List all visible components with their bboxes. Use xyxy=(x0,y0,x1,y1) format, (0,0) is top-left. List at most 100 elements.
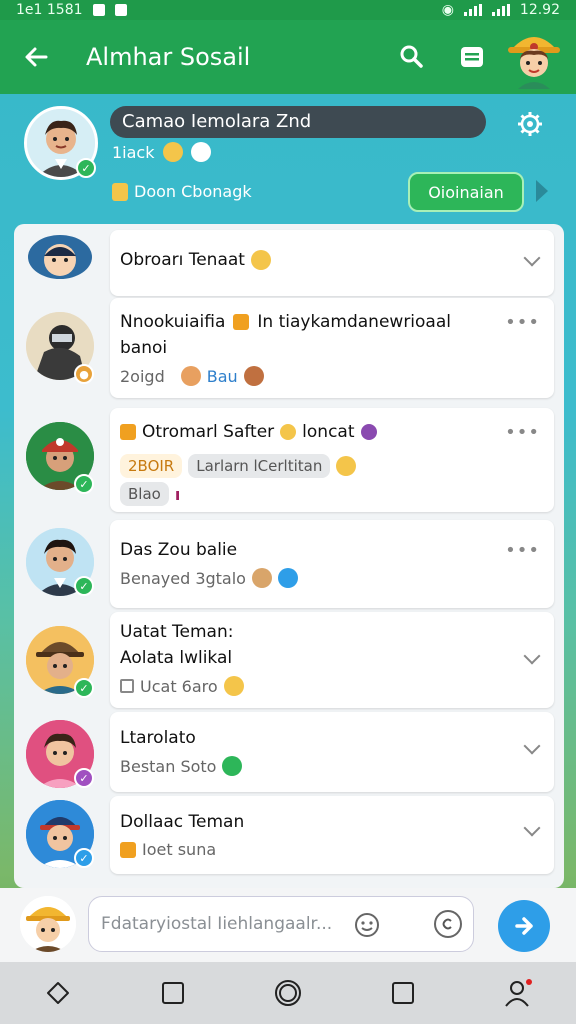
system-nav-bar xyxy=(0,962,576,1024)
list-item-title: Uatat Teman: xyxy=(120,622,234,642)
back-arrow-icon[interactable] xyxy=(0,20,72,94)
list-item-title-extra: loncat xyxy=(302,422,355,442)
list-item-subtitle: 2oigd xyxy=(120,366,165,386)
list-item-title: Obroarı Tenaat xyxy=(120,250,245,270)
verified-badge-icon: ✓ xyxy=(74,474,94,494)
list-item[interactable]: ✓ Das Zou balie Benayed 3gtalo ••• xyxy=(14,520,564,612)
status-time-right: 12.92 xyxy=(519,2,560,18)
list-item-subtitle: Bestan Soto xyxy=(120,756,217,776)
profile-subline: 1iack xyxy=(112,142,211,162)
emoji-icon xyxy=(180,366,201,386)
more-options-icon[interactable]: ••• xyxy=(505,312,540,333)
list-item-subtitle: Ioet suna xyxy=(142,840,217,859)
send-button[interactable] xyxy=(498,900,550,952)
list-item-tag: Bau xyxy=(206,366,238,386)
status-badge-icon: ● xyxy=(74,364,94,384)
more-options-icon[interactable]: ••• xyxy=(505,540,540,561)
app-bar: Almhar Sosail xyxy=(0,20,576,94)
list-item-title-line2: Aolata lwlikal xyxy=(120,648,233,668)
list-item-subtitle: Benayed 3gtalo xyxy=(120,568,246,588)
list-item-title-line2: banoi xyxy=(120,338,168,358)
list-item[interactable]: ● Nnookuiaifia In tiaykamdanewrioaal ban… xyxy=(14,298,564,404)
emoji-icon[interactable] xyxy=(354,912,380,938)
emoji-icon xyxy=(243,366,264,386)
contact-avatar xyxy=(26,232,94,282)
checkbox-icon xyxy=(120,679,134,693)
list-item[interactable]: ✓ Dollaac Teman Ioet suna xyxy=(14,796,564,888)
profile-status: Doon Cbonagk xyxy=(112,182,252,201)
trophy-icon xyxy=(112,182,128,201)
chevron-down-icon[interactable] xyxy=(523,819,541,837)
verified-badge-icon: ✓ xyxy=(74,576,94,596)
nav-home-icon[interactable] xyxy=(258,963,318,1023)
nav-back-icon[interactable] xyxy=(28,963,88,1023)
list-item[interactable]: Obroarı Tenaat xyxy=(14,224,564,298)
chevron-down-icon[interactable] xyxy=(523,249,541,267)
message-input[interactable] xyxy=(88,896,474,952)
list-item-title: Das Zou balie xyxy=(120,540,238,560)
profile-action-button[interactable]: Oioinaian xyxy=(408,172,524,212)
list-item-subtitle: Ucat 6aro xyxy=(140,676,218,696)
notification-icon xyxy=(92,4,105,16)
status-badge-icon: ✓ xyxy=(74,768,94,788)
list-item-card[interactable]: Obroarı Tenaat xyxy=(110,230,554,296)
check-circle-icon xyxy=(222,756,243,776)
chevron-down-icon[interactable] xyxy=(523,647,541,665)
emoji-icon xyxy=(250,250,271,270)
profile-name: Camao Iemolara Znd xyxy=(110,106,486,138)
status-bar: 1e1 1581 ◉ 12.92 xyxy=(0,0,576,20)
menu-icon[interactable] xyxy=(442,20,502,94)
list-item-card[interactable]: Otromarl Safter loncat 2BOIR Larlarn lCe… xyxy=(110,408,554,512)
list-item-card[interactable]: Uatat Teman: Aolata lwlikal Ucat 6aro xyxy=(110,612,554,708)
emoji-icon xyxy=(280,424,297,440)
profile-header: ✓ Camao Iemolara Znd 1iack Doon Cbonagk … xyxy=(0,94,576,224)
list-item-title-extra: In tiaykamdanewrioaal xyxy=(257,312,451,332)
chevron-down-icon[interactable] xyxy=(523,737,541,755)
verified-badge-icon: ✓ xyxy=(74,678,94,698)
verified-badge-icon: ✓ xyxy=(76,158,96,178)
signal-icon xyxy=(491,4,510,16)
list-item-title: Ltarolato xyxy=(120,728,196,748)
list-item-title: Nnookuiaifia xyxy=(120,312,226,332)
list-item[interactable]: ✓ Uatat Teman: Aolata lwlikal Ucat 6aro xyxy=(14,612,564,712)
notification-icon xyxy=(114,4,127,16)
profile-sub-text: 1iack xyxy=(112,142,155,162)
status-badge-icon: ✓ xyxy=(74,848,94,868)
chat-list: Obroarı Tenaat ● Nnookuiaifia In tiaykam… xyxy=(14,224,564,888)
composer-bar xyxy=(0,888,576,962)
list-item[interactable]: ✓ Otromarl Safter loncat 2BOIR Larlarn l… xyxy=(14,408,564,516)
list-item-card[interactable]: Ltarolato Bestan Soto xyxy=(110,712,554,792)
tag-icon xyxy=(120,424,136,440)
my-avatar[interactable] xyxy=(20,896,76,952)
send-icon xyxy=(515,917,533,935)
list-item-card[interactable]: Nnookuiaifia In tiaykamdanewrioaal banoi… xyxy=(110,298,554,398)
list-item-tag: Blao xyxy=(120,482,169,506)
emoji-icon xyxy=(336,456,357,476)
emoji-icon xyxy=(360,424,377,440)
status-time-left: 1e1 1581 xyxy=(16,2,83,18)
list-item[interactable]: ✓ Ltarolato Bestan Soto xyxy=(14,712,564,796)
emoji-icon xyxy=(277,568,298,588)
attach-icon[interactable] xyxy=(434,910,462,938)
list-item-tag: 2BOIR xyxy=(120,454,183,478)
tag-icon xyxy=(233,314,250,330)
list-item-card[interactable]: Dollaac Teman Ioet suna xyxy=(110,796,554,874)
settings-icon[interactable] xyxy=(514,108,546,140)
more-options-icon[interactable]: ••• xyxy=(505,422,540,443)
search-icon[interactable] xyxy=(382,20,442,94)
emoji-icon xyxy=(251,568,272,588)
signal-icon xyxy=(463,4,482,16)
list-item-tag: Larlarn lCerltitan xyxy=(188,454,331,478)
list-item-card[interactable]: Das Zou balie Benayed 3gtalo ••• xyxy=(110,520,554,608)
wifi-icon: ◉ xyxy=(441,2,454,18)
app-title: Almhar Sosail xyxy=(86,43,251,71)
scroll-right-icon[interactable] xyxy=(536,180,548,202)
profile-status-text: Doon Cbonagk xyxy=(134,182,252,201)
nav-profile-icon[interactable] xyxy=(488,963,548,1023)
palette-icon xyxy=(190,142,211,162)
flag-icon: ı xyxy=(174,484,181,504)
nav-recents-icon[interactable] xyxy=(143,963,203,1023)
nav-square-icon[interactable] xyxy=(373,963,433,1023)
emoji-icon xyxy=(223,676,244,696)
user-avatar[interactable] xyxy=(502,25,566,89)
